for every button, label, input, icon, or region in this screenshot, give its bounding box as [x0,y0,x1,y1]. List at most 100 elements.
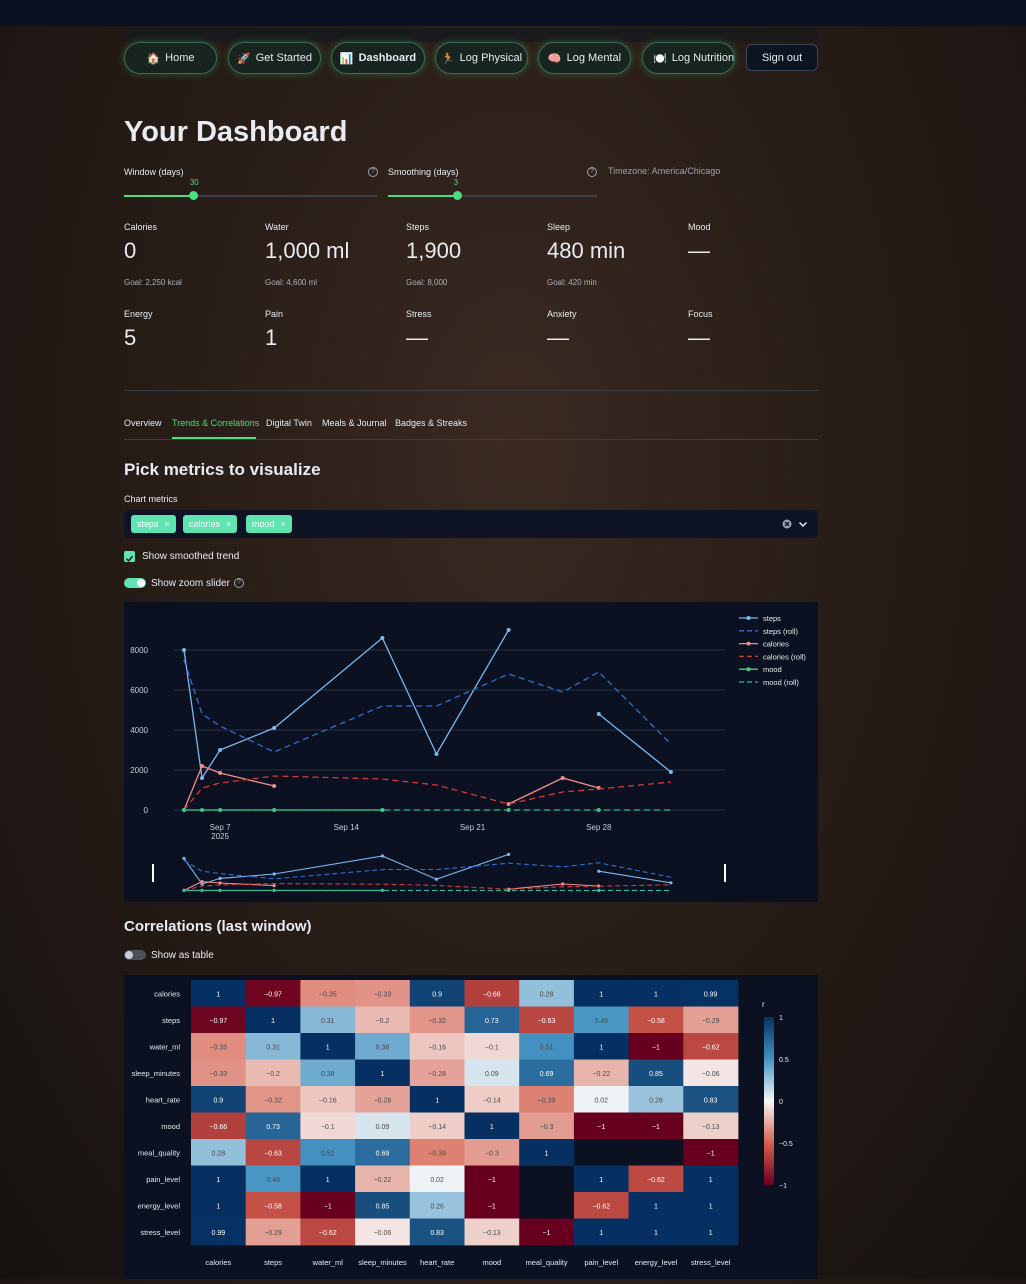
heatmap-cell-label: −0.35 [319,991,337,998]
heatmap-cell-label: −0.2 [266,1071,280,1078]
heatmap-cell-label: −0.1 [485,1044,499,1051]
nav-log-physical-button[interactable]: 🏃 Log Physical [435,42,528,74]
tab-meals-journal[interactable]: Meals & Journal [322,418,387,428]
heatmap-cell-label: −0.13 [483,1230,501,1237]
show-zoom-toggle[interactable] [124,578,146,588]
heatmap-cell-label: −0.39 [538,1097,556,1104]
colorbar-tick-label: −1 [779,1183,787,1190]
heatmap-cell-label: −0.22 [374,1177,392,1184]
metric-mood: Mood — [688,222,711,264]
nav-get-started-button[interactable]: 🚀 Get Started [228,42,321,74]
heatmap-cell-label: −0.16 [319,1097,337,1104]
x-tick-label: Sep 21 [460,823,486,832]
chip-remove-icon[interactable]: × [226,519,231,529]
heatmap-col-label: mood [482,1258,501,1267]
show-smoothed-checkbox[interactable] [124,551,135,562]
range-point [218,881,222,885]
correlation-heatmap-svg[interactable]: 1 −0.97 −0.35 −0.33 0.9 −0.66 0.28 1 1 0.99 calori… [124,975,818,1279]
tab-trends-correlations[interactable]: Trends & Correlations [172,418,259,428]
tab-overview[interactable]: Overview [124,418,162,428]
heatmap-cell-label: −0.14 [428,1124,446,1131]
legend-marker [746,667,751,672]
heatmap-cell-label: −1 [652,1044,660,1051]
heatmap-cell-label: −1 [597,1124,605,1131]
nav-log-mental-button[interactable]: 🧠 Log Mental [538,42,631,74]
chip-remove-icon[interactable]: × [281,519,286,529]
help-icon[interactable]: ? [368,167,378,177]
slider-thumb[interactable] [189,191,199,200]
heatmap-cell-label: −0.29 [264,1230,282,1237]
heatmap-cell-label: −0.33 [374,991,392,998]
colorbar [764,1017,774,1185]
y-tick-label: 4000 [130,726,148,735]
heatmap-cell-label: −0.29 [702,1018,720,1025]
heatmap-cell-label: 1 [216,1203,220,1210]
slider-fill [124,195,194,197]
metric-value: 480 min [547,238,626,263]
range-point [182,856,186,860]
colorbar-title: r [762,1000,765,1009]
range-point [380,854,384,858]
sign-out-button[interactable]: Sign out [746,44,818,71]
nav-dashboard-button[interactable]: 📊 Dashboard [331,42,425,74]
chip-remove-icon[interactable]: × [165,519,170,529]
heatmap-row-label: water_ml [149,1042,181,1051]
data-point [200,808,205,812]
toggle-knob [137,579,145,587]
series-line-calories [508,777,599,805]
legend-label: steps (roll) [763,627,799,636]
heatmap-cell-label: −0.97 [264,991,282,998]
x-tick-sublabel: 2025 [211,832,229,841]
range-point [380,888,384,892]
correlation-heatmap[interactable]: 1 −0.97 −0.35 −0.33 0.9 −0.66 0.28 1 1 0.99 calori… [124,975,818,1279]
metric-label: Anxiety [547,309,577,319]
heatmap-cell-label: 0.51 [540,1044,554,1051]
nav-log-nutrition-button[interactable]: 🍽️ Log Nutrition [642,42,735,74]
x-tick-label: Sep 7 [210,823,231,832]
heatmap-cell-label: 0.26 [649,1097,663,1104]
heatmap-cell-label: −0.22 [592,1071,610,1078]
help-icon[interactable]: ? [234,578,244,588]
heatmap-cell-label: 1 [216,1177,220,1184]
range-handle-right[interactable] [724,864,726,882]
timezone-text: Timezone: America/Chicago [608,166,721,176]
heatmap-row-label: pain_level [146,1175,180,1184]
heatmap-cell-label: 0.99 [704,991,718,998]
heatmap-cell-label: −0.1 [321,1124,335,1131]
show-table-toggle[interactable] [124,950,146,960]
heatmap-cell-label: −0.32 [428,1018,446,1025]
chevron-down-icon[interactable] [797,518,809,530]
metric-value: 1,900 [406,238,462,263]
heatmap-cell-label: 1 [654,991,658,998]
metric-steps: Steps 1,900 Goal: 8,000 [406,222,461,287]
slider-thumb[interactable] [453,191,463,200]
heatmap-cell-label: 0.48 [594,1018,608,1025]
range-series-line [183,859,672,880]
metric-value: — [406,325,428,350]
heatmap-col-label: calories [205,1258,231,1267]
smoothing-slider[interactable]: 3 [388,178,597,200]
heatmap-cell-label: 0.31 [266,1044,280,1051]
plate-icon: 🍽️ [653,52,667,65]
range-point [507,852,511,856]
trend-chart[interactable]: 0 2000 4000 6000 8000 Sep 7 2025 Sep 14 Sep 21 Se… [124,602,818,902]
tab-badges-streaks[interactable]: Badges & Streaks [395,418,467,428]
help-icon[interactable]: ? [587,167,597,177]
metric-label: Energy [124,309,153,319]
heatmap-cell-label: 0.73 [485,1018,499,1025]
trend-chart-svg[interactable]: 0 2000 4000 6000 8000 Sep 72025 Sep 14 Sep 21 Se… [124,602,818,902]
range-handle-left[interactable] [152,864,154,882]
data-point [380,636,385,640]
nav-home-button[interactable]: 🏠 Home [124,42,217,74]
metric-goal: Goal: 8,000 [406,278,448,287]
smoothing-slider-label: Smoothing (days) [388,167,459,177]
show-smoothed-label: Show smoothed trend [142,551,240,562]
legend-marker [746,641,751,646]
metric-label: Pain [265,309,284,319]
window-slider[interactable]: 30 [124,178,377,200]
tab-digital-twin[interactable]: Digital Twin [266,418,312,428]
toggle-knob [125,951,133,959]
clear-all-icon[interactable] [781,518,793,530]
data-point [596,712,601,716]
range-series-line [183,853,509,885]
